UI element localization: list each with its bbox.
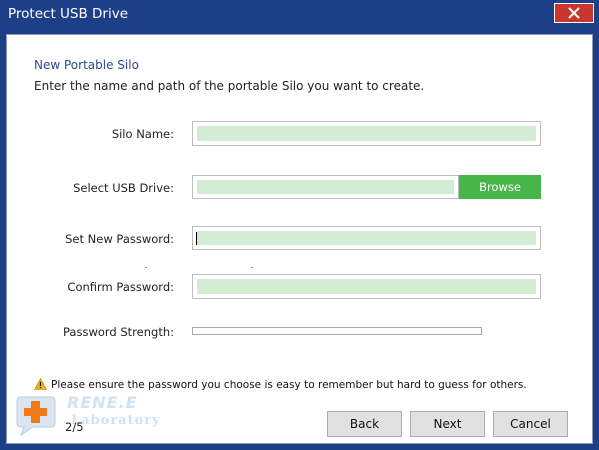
- logo-brand-text: RENE.E: [67, 393, 138, 412]
- separator-dot: [251, 267, 253, 268]
- browse-button[interactable]: Browse: [459, 175, 541, 199]
- section-description: Enter the name and path of the portable …: [34, 79, 425, 93]
- silo-name-input[interactable]: [192, 121, 541, 146]
- set-new-password-label: Set New Password:: [65, 232, 174, 246]
- close-button[interactable]: [554, 3, 594, 23]
- usb-drive-path-input[interactable]: [192, 175, 459, 199]
- next-button[interactable]: Next: [410, 411, 485, 437]
- silo-name-label: Silo Name:: [111, 127, 174, 141]
- warning-icon: [33, 377, 48, 393]
- select-usb-drive-label: Select USB Drive:: [73, 181, 174, 195]
- protect-usb-drive-window: Protect USB Drive New Portable Silo Ente…: [0, 0, 599, 450]
- password-strength-meter: [192, 327, 482, 335]
- first-aid-plus-icon: [16, 396, 56, 437]
- silo-name-input-fill: [197, 126, 536, 141]
- section-title: New Portable Silo: [34, 58, 139, 72]
- back-button[interactable]: Back: [327, 411, 402, 437]
- close-icon: [568, 7, 580, 19]
- rene-e-laboratory-logo: RENE.E Laboratory 2/5: [13, 393, 160, 439]
- password-strength-label: Password Strength:: [63, 325, 174, 339]
- window-title: Protect USB Drive: [8, 6, 129, 22]
- usb-drive-path-input-fill: [197, 180, 454, 194]
- dialog-content: New Portable Silo Enter the name and pat…: [6, 34, 593, 444]
- page-indicator: 2/5: [65, 420, 84, 434]
- confirm-password-input[interactable]: [192, 274, 541, 299]
- new-password-input[interactable]: [192, 226, 541, 250]
- confirm-password-label: Confirm Password:: [67, 280, 174, 294]
- password-warning: Please ensure the password you choose is…: [33, 377, 527, 393]
- cancel-button[interactable]: Cancel: [493, 411, 568, 437]
- logo-sub-text: Laboratory: [71, 413, 161, 428]
- separator-dot: [145, 267, 147, 268]
- confirm-password-input-fill: [197, 279, 536, 294]
- new-password-input-fill: [197, 231, 536, 245]
- text-caret: [196, 232, 197, 245]
- title-bar[interactable]: Protect USB Drive: [0, 0, 599, 30]
- warning-text: Please ensure the password you choose is…: [51, 379, 527, 391]
